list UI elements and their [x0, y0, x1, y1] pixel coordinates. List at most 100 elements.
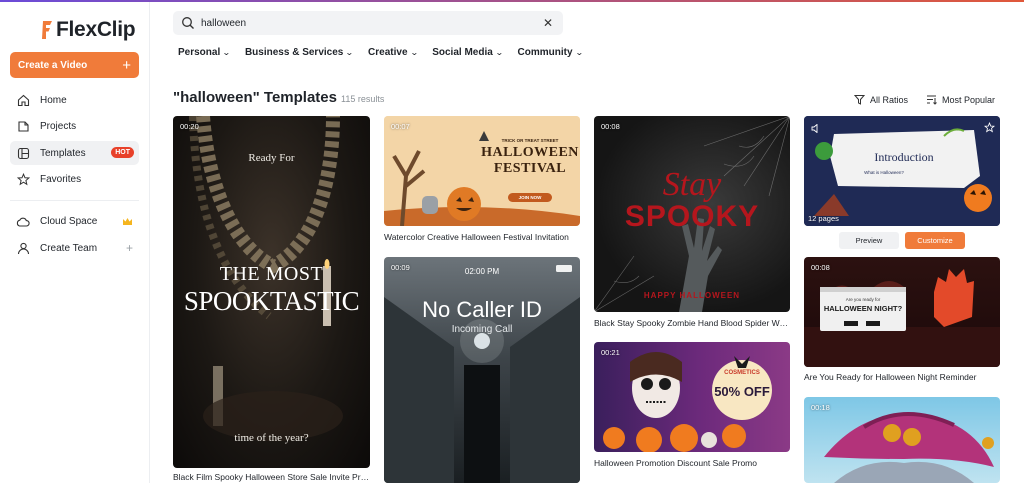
chevron-down-icon: ⌄: [345, 48, 355, 57]
card-text-50-off: 50% OFF: [714, 384, 770, 399]
mute-icon[interactable]: [811, 123, 821, 135]
card-text-time: time of the year?: [234, 432, 309, 444]
template-card[interactable]: 00:08 Are you ready for HALLOWEEN NIGHT?: [804, 257, 1000, 367]
sidebar-item-favorites[interactable]: Favorites: [10, 168, 139, 192]
sidebar-item-label: Cloud Space: [40, 216, 98, 227]
duration-label: 00:18: [811, 403, 830, 412]
witch-hat-cat-image: [824, 412, 994, 483]
sidebar-item-label: Templates: [40, 147, 86, 159]
favorite-icon[interactable]: [983, 121, 996, 135]
create-video-label: Create a Video: [18, 59, 88, 71]
page-count: 12 pages: [808, 214, 839, 223]
card-text-trick-or-treat: TRICK OR TREAT STREET: [501, 138, 559, 143]
template-card[interactable]: 00:07 TRICK OR TREAT STREET HALLOWEEN FE…: [384, 116, 580, 226]
template-card[interactable]: 00:09 02:00 PM No Caller ID Incoming Cal…: [384, 257, 580, 483]
category-social-media[interactable]: Social Media ⌄: [432, 47, 503, 58]
category-label: Social Media: [432, 47, 493, 58]
filter-icon: [853, 95, 865, 105]
template-card[interactable]: Introduction What is Halloween? 12 pages: [804, 116, 1000, 226]
duration-label: 00:07: [391, 122, 410, 131]
sidebar-item-create-team[interactable]: Create Team +: [10, 236, 139, 260]
search-bar: ✕: [173, 11, 563, 35]
category-label: Business & Services: [244, 47, 344, 58]
sort-icon: [926, 95, 937, 105]
category-label: Community: [517, 47, 573, 58]
template-card[interactable]: 00:18: [804, 397, 1000, 483]
sidebar-nav: Home Projects Templates HOT Favorites Cl…: [10, 88, 139, 263]
card-title[interactable]: Are You Ready for Halloween Night Remind…: [804, 372, 1000, 382]
chevron-down-icon: ⌄: [574, 48, 584, 57]
card-title[interactable]: Black Stay Spooky Zombie Hand Blood Spid…: [594, 318, 790, 328]
sidebar-item-home[interactable]: Home: [10, 88, 139, 112]
duration-label: 00:08: [601, 122, 620, 131]
logo-text: FlexClip: [56, 18, 136, 41]
duration-label: 00:08: [811, 263, 830, 272]
star-icon: [16, 173, 30, 187]
sidebar-item-label: Favorites: [40, 174, 82, 185]
card-title[interactable]: Watercolor Creative Halloween Festival I…: [384, 232, 580, 242]
card-text-are-you-ready: Are you ready for: [845, 297, 881, 302]
chevron-down-icon: ⌄: [222, 48, 231, 57]
search-icon: [181, 16, 195, 30]
card-text-halloween-night: HALLOWEEN NIGHT?: [823, 304, 903, 313]
card-text-what-is-halloween: What is Halloween?: [864, 170, 904, 175]
template-card[interactable]: 00:08 Stay SPOOKY HAPPY HALLOWEEN: [594, 116, 790, 312]
card-text-caller: No Caller ID: [422, 297, 542, 322]
card-text-cosmetics: COSMETICS: [724, 370, 760, 376]
category-community[interactable]: Community ⌄: [517, 47, 584, 58]
create-video-button[interactable]: Create a Video +: [10, 52, 139, 78]
user-icon: [16, 241, 30, 255]
category-creative[interactable]: Creative ⌄: [368, 47, 418, 58]
dark-hallway-image: [384, 265, 580, 483]
results-count: 115 results: [341, 94, 385, 104]
sidebar-item-cloud-space[interactable]: Cloud Space: [10, 210, 139, 234]
category-label: Personal: [178, 47, 221, 58]
sidebar-item-projects[interactable]: Projects: [10, 115, 139, 139]
duration-label: 00:21: [601, 348, 620, 357]
card-cta-join: JOIN NOW: [508, 193, 552, 202]
projects-icon: [16, 120, 30, 134]
page-title: "halloween" Templates: [173, 89, 337, 106]
home-icon: [16, 93, 30, 107]
cloud-icon: [16, 215, 30, 229]
card-title[interactable]: Halloween Promotion Discount Sale Promo: [594, 458, 790, 468]
logo[interactable]: FlexClip: [40, 18, 136, 42]
card-text-spooky: SPOOKY: [624, 200, 760, 233]
category-business-services[interactable]: Business & Services ⌄: [244, 47, 355, 58]
customize-button[interactable]: Customize: [905, 232, 965, 249]
sort-filter-label: Most Popular: [941, 94, 995, 105]
sidebar-divider: [10, 199, 139, 201]
sidebar: FlexClip Create a Video + Home Projects …: [0, 2, 150, 483]
template-card[interactable]: 00:21 COSMETICS 50% OFF: [594, 342, 790, 452]
preview-button[interactable]: Preview: [839, 232, 899, 249]
card-text-introduction: Introduction: [874, 150, 934, 164]
sidebar-item-label: Projects: [40, 121, 77, 132]
sidebar-item-templates[interactable]: Templates HOT: [10, 141, 139, 165]
card-text-stay: Stay: [662, 166, 722, 203]
card-title[interactable]: Black Film Spooky Halloween Store Sale I…: [173, 472, 370, 482]
category-personal[interactable]: Personal ⌄: [178, 47, 231, 58]
card-text-festival: FESTIVAL: [493, 161, 567, 176]
template-card[interactable]: 00:20 Ready For THE MOST SPOOKTASTIC tim…: [173, 116, 370, 468]
clear-search-icon[interactable]: ✕: [543, 16, 553, 30]
card-text-incoming: Incoming Call: [451, 324, 513, 335]
card-text-halloween: HALLOWEEN: [481, 145, 579, 160]
sort-filter[interactable]: Most Popular: [926, 94, 995, 105]
filter-bar: All Ratios Most Popular: [836, 94, 995, 105]
ratio-filter[interactable]: All Ratios: [853, 94, 908, 105]
plus-icon: +: [122, 56, 131, 74]
hot-badge: HOT: [111, 147, 134, 158]
card-clock: 02:00 PM: [464, 267, 500, 276]
results-heading: "halloween" Templates 115 results: [173, 89, 384, 106]
duration-label: 00:20: [180, 122, 199, 131]
flexclip-logo-icon: [40, 19, 54, 41]
add-icon[interactable]: +: [126, 241, 133, 255]
sidebar-item-label: Create Team: [40, 242, 98, 254]
ratio-filter-label: All Ratios: [869, 94, 908, 105]
card-text-happy-halloween: HAPPY HALLOWEEN: [643, 291, 741, 300]
card-text-spooktastic: SPOOKTASTIC: [183, 286, 360, 316]
search-input[interactable]: [201, 17, 543, 29]
top-accent-line: [0, 0, 1024, 2]
category-label: Creative: [368, 47, 408, 58]
card-text-ready: Ready For: [248, 152, 295, 164]
